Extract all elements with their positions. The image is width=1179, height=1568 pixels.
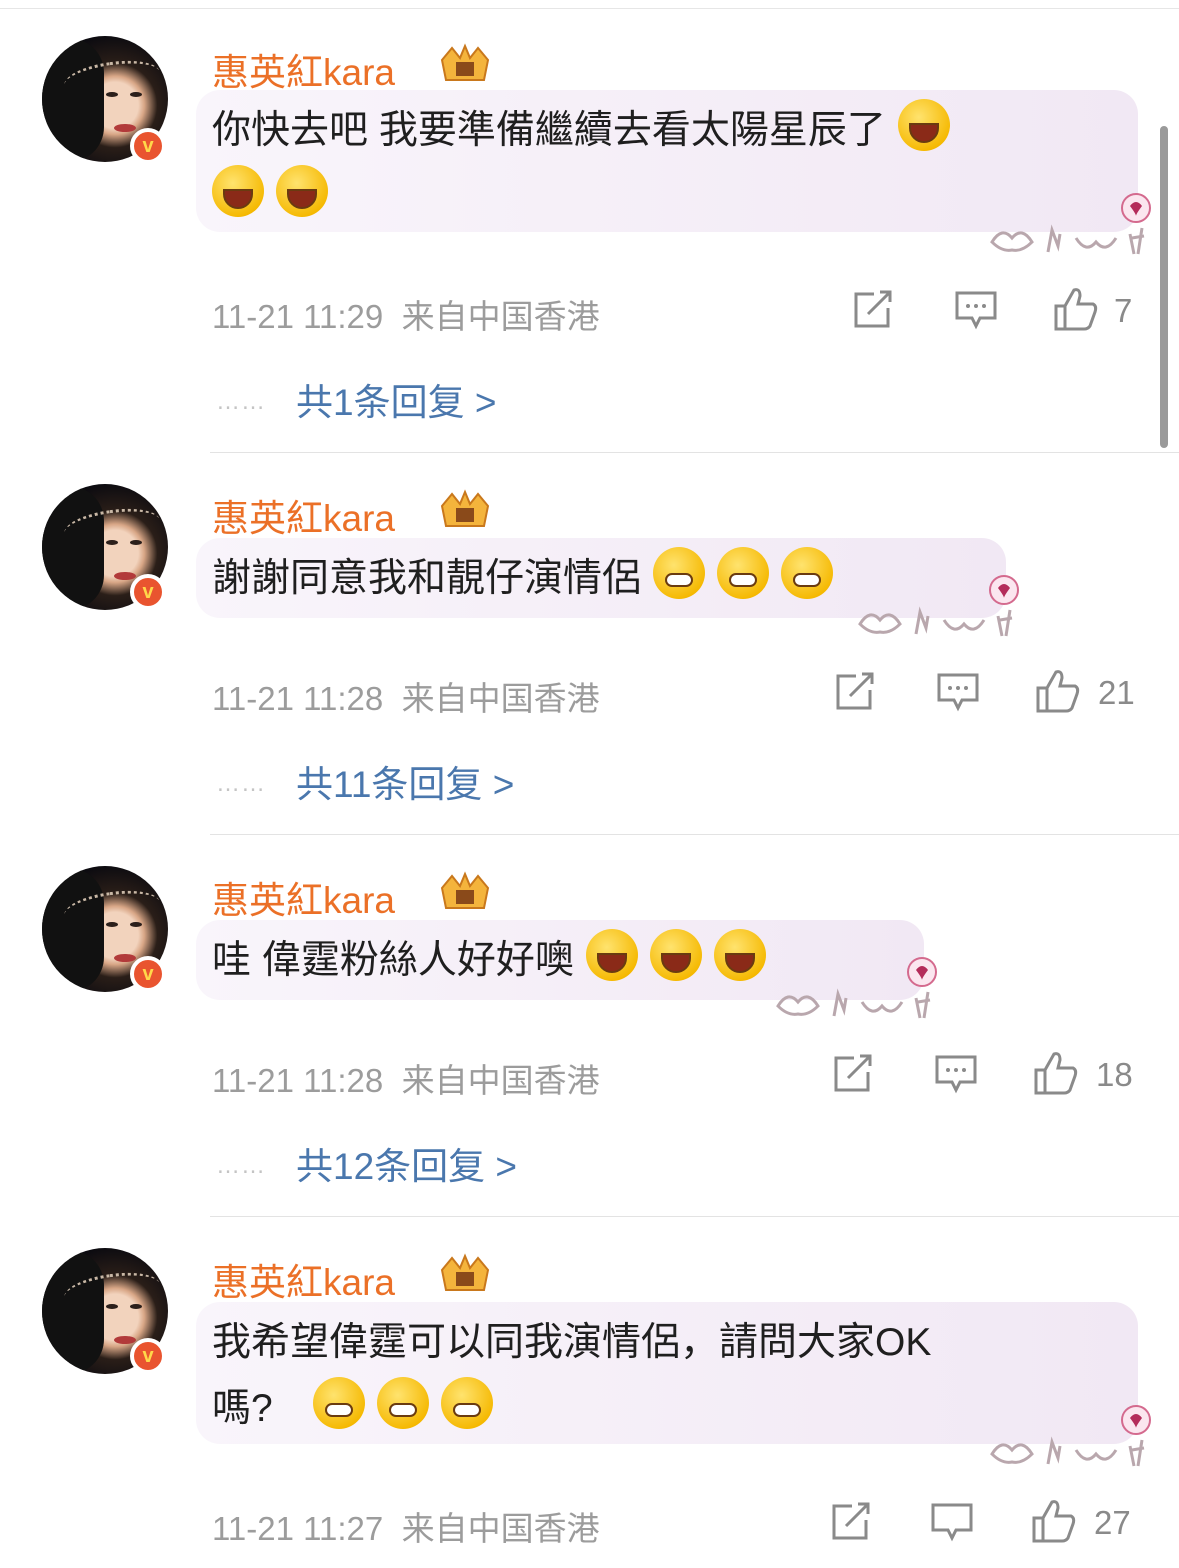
comment-meta: 11-21 11:27 来自中国香港: [212, 1502, 600, 1550]
laughing-emoji-icon: [897, 99, 950, 151]
scrollbar[interactable]: [1160, 126, 1168, 448]
author-name[interactable]: 惠英紅kara: [212, 42, 395, 96]
comment-divider: [210, 1216, 1179, 1217]
verified-badge-icon: v: [130, 956, 166, 992]
comment-divider: [210, 452, 1179, 453]
verified-badge-icon: v: [130, 574, 166, 610]
crown-icon: [440, 489, 490, 527]
thumbs-up-icon[interactable]: [1052, 286, 1100, 332]
reply-dots: ……: [216, 770, 266, 797]
crown-icon: [440, 43, 490, 81]
repost-icon[interactable]: [832, 1054, 876, 1094]
laughing-emoji-icon: [649, 929, 702, 981]
laughing-emoji-icon: [585, 929, 638, 981]
repost-icon[interactable]: [830, 1502, 874, 1542]
crown-icon: [440, 1253, 490, 1291]
timestamp: 11-21 11:28: [212, 1062, 384, 1099]
thumbs-up-icon[interactable]: [1030, 1498, 1078, 1544]
timestamp: 11-21 11:27: [212, 1510, 384, 1547]
comment-icon[interactable]: [934, 1054, 978, 1094]
heart-hands-decoration-icon: [990, 1405, 1151, 1467]
laughing-emoji-icon: [713, 929, 766, 981]
like-count: 21: [1098, 674, 1135, 711]
heart-hands-decoration-icon: [858, 575, 1019, 637]
comment-text: 你快去吧 我要準備繼續去看太陽星辰了: [212, 98, 950, 230]
comment-divider: [210, 834, 1179, 835]
heart-hands-decoration-icon: [990, 193, 1151, 255]
like-count: 18: [1096, 1056, 1133, 1093]
comment-meta: 11-21 11:29 来自中国香港: [212, 290, 600, 338]
location: 来自中国香港: [401, 1062, 600, 1099]
like-count: 7: [1114, 292, 1133, 329]
verified-badge-icon: v: [130, 128, 166, 164]
author-name[interactable]: 惠英紅kara: [212, 488, 395, 542]
location: 来自中国香港: [401, 1510, 600, 1547]
grinning-emoji-icon: [440, 1377, 493, 1429]
like-count: 27: [1094, 1504, 1131, 1541]
comment-meta: 11-21 11:28 来自中国香港: [212, 672, 600, 720]
location: 来自中国香港: [401, 680, 600, 717]
comment-meta: 11-21 11:28 来自中国香港: [212, 1054, 600, 1102]
top-divider: [0, 8, 1179, 9]
laughing-emoji-icon: [276, 165, 328, 217]
author-name[interactable]: 惠英紅kara: [212, 870, 395, 924]
grinning-emoji-icon: [781, 547, 834, 599]
location: 来自中国香港: [401, 298, 600, 335]
reply-dots: ……: [216, 388, 266, 415]
timestamp: 11-21 11:29: [212, 298, 384, 335]
comment-text: 我希望偉霆可以同我演情侶，請問大家OK 嗎?: [212, 1321, 932, 1430]
heart-hands-decoration-icon: [776, 957, 937, 1019]
comment-icon[interactable]: [930, 1502, 974, 1542]
grinning-emoji-icon: [717, 547, 770, 599]
reply-dots: ……: [216, 1152, 266, 1179]
verified-badge-icon: v: [130, 1338, 166, 1374]
comment-text: 謝謝同意我和靚仔演情侶: [212, 546, 834, 612]
crown-icon: [440, 871, 490, 909]
grinning-emoji-icon: [312, 1377, 365, 1429]
view-replies-link[interactable]: …… 共11条回复 >: [216, 754, 514, 808]
comment-text: 哇 偉霆粉絲人好好噢: [212, 928, 766, 994]
thumbs-up-icon[interactable]: [1032, 1050, 1080, 1096]
view-replies-link[interactable]: …… 共1条回复 >: [216, 372, 496, 426]
grinning-emoji-icon: [376, 1377, 429, 1429]
comment-icon[interactable]: [954, 290, 998, 330]
laughing-emoji-icon: [212, 165, 264, 217]
repost-icon[interactable]: [834, 672, 878, 712]
author-name[interactable]: 惠英紅kara: [212, 1252, 395, 1306]
view-replies-link[interactable]: …… 共12条回复 >: [216, 1136, 517, 1190]
timestamp: 11-21 11:28: [212, 680, 384, 717]
grinning-emoji-icon: [653, 547, 706, 599]
comment-icon[interactable]: [936, 672, 980, 712]
repost-icon[interactable]: [852, 290, 896, 330]
thumbs-up-icon[interactable]: [1034, 668, 1082, 714]
